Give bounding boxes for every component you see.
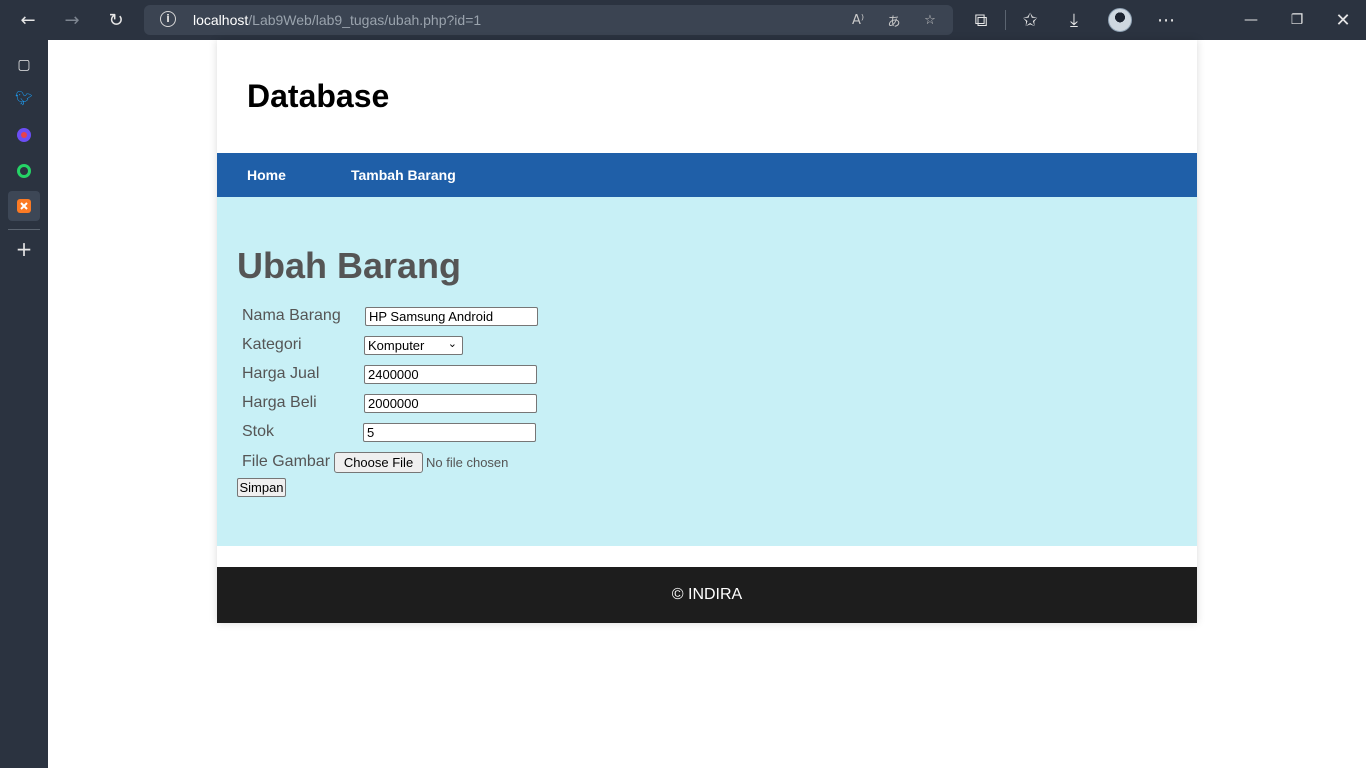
site-footer: © INDIRA — [217, 567, 1197, 623]
harga-beli-input[interactable]: 2000000 — [364, 394, 537, 413]
page-title: Ubah Barang — [237, 245, 462, 286]
site-header: Database — [217, 40, 1197, 153]
back-icon[interactable]: ← — [12, 4, 44, 36]
sidebar-divider — [8, 229, 40, 230]
add-favorite-icon[interactable]: ☆ — [919, 9, 941, 31]
refresh-icon[interactable]: ↻ — [100, 4, 132, 36]
address-bar[interactable]: i localhost/Lab9Web/lab9_tugas/ubah.php?… — [144, 5, 953, 35]
harga-jual-input[interactable]: 2400000 — [364, 365, 537, 384]
stok-input[interactable]: 5 — [363, 423, 536, 442]
tab-actions-icon[interactable]: ▢ — [8, 50, 40, 80]
stok-label: Stok — [242, 423, 275, 440]
content-area: Ubah Barang Nama Barang HP Samsung Andro… — [217, 197, 1197, 546]
chevron-down-icon: ⌄ — [447, 337, 457, 350]
more-menu-icon[interactable]: ⋯ — [1150, 4, 1182, 36]
site-container: Database Home Tambah Barang Ubah Barang … — [217, 40, 1197, 623]
translate-icon[interactable]: あ — [883, 9, 905, 31]
twitter-icon[interactable]: 🐦︎ — [8, 84, 40, 114]
file-status-text: No file chosen — [426, 455, 509, 470]
add-icon[interactable]: + — [8, 234, 40, 264]
browser-toolbar: ← → ↻ i localhost/Lab9Web/lab9_tugas/uba… — [0, 0, 1366, 40]
whatsapp-icon[interactable] — [8, 156, 40, 186]
favorites-icon[interactable]: ✩ — [1014, 4, 1046, 36]
kategori-selected: Komputer — [368, 338, 425, 353]
toolbar-divider — [1005, 10, 1006, 30]
file-gambar-label: File Gambar — [242, 453, 331, 470]
nama-barang-label: Nama Barang — [242, 307, 341, 324]
url-host: localhost — [193, 12, 249, 28]
xampp-icon[interactable] — [8, 191, 40, 221]
profile-avatar[interactable] — [1108, 8, 1132, 32]
footer-text: © INDIRA — [671, 586, 743, 603]
simpan-button[interactable]: Simpan — [237, 478, 286, 497]
nav-home-link[interactable]: Home — [247, 167, 286, 183]
kategori-label: Kategori — [242, 336, 302, 353]
harga-jual-label: Harga Jual — [242, 365, 320, 382]
app-icon[interactable] — [8, 120, 40, 150]
url-text[interactable]: localhost/Lab9Web/lab9_tugas/ubah.php?id… — [193, 12, 481, 28]
web-page: Database Home Tambah Barang Ubah Barang … — [48, 40, 1366, 768]
downloads-icon[interactable]: ⤓ — [1058, 4, 1090, 36]
site-info-icon[interactable]: i — [160, 11, 176, 27]
site-title: Database — [247, 78, 390, 114]
url-path: /Lab9Web/lab9_tugas/ubah.php?id=1 — [248, 12, 482, 28]
nama-barang-input[interactable]: HP Samsung Android — [365, 307, 538, 326]
nav-tambah-barang-link[interactable]: Tambah Barang — [351, 167, 456, 183]
minimize-icon[interactable]: — — [1235, 4, 1267, 36]
main-nav: Home Tambah Barang — [217, 153, 1197, 197]
read-aloud-icon[interactable]: A⁾ — [847, 9, 869, 31]
forward-icon[interactable]: → — [56, 4, 88, 36]
harga-beli-label: Harga Beli — [242, 394, 317, 411]
kategori-select[interactable]: Komputer ⌄ — [364, 336, 463, 355]
restore-icon[interactable]: ❐ — [1281, 4, 1313, 36]
browser-sidebar: ▢ 🐦︎ + — [0, 40, 48, 768]
choose-file-button[interactable]: Choose File — [334, 452, 423, 473]
extensions-icon[interactable]: ⧉ — [965, 4, 997, 36]
close-icon[interactable]: ✕ — [1327, 4, 1359, 36]
